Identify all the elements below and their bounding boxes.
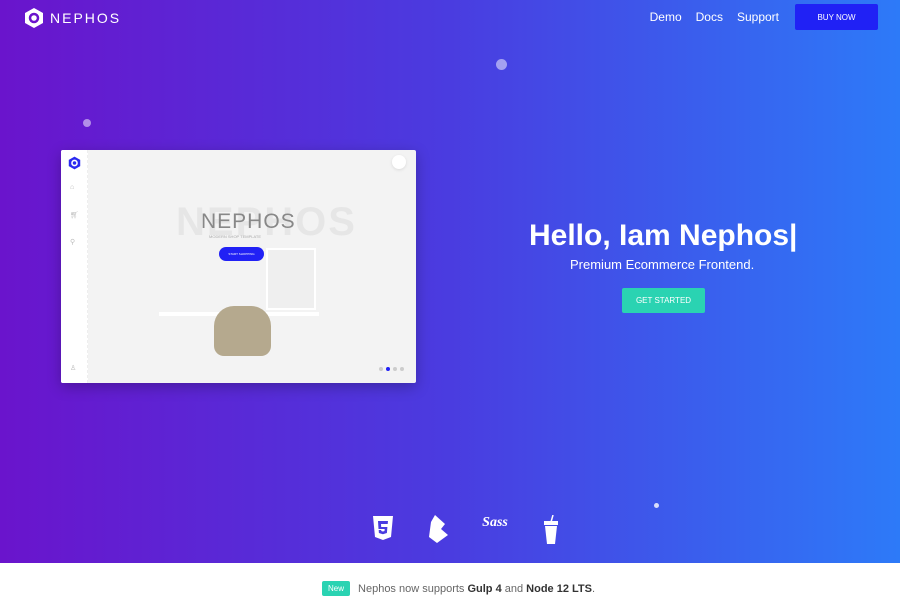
preview-sidebar: ⌂ 🛒︎ ⚲ ♙	[61, 150, 88, 383]
buy-now-button[interactable]: BUY NOW	[795, 4, 878, 30]
get-started-button[interactable]: GET STARTED	[622, 288, 705, 313]
news-text: Nephos now supports Gulp 4 and Node 12 L…	[358, 582, 596, 595]
hero-title: Hello, Iam Nephos|	[529, 219, 798, 252]
picture-frame	[266, 248, 316, 310]
nav-link-demo[interactable]: Demo	[650, 10, 682, 24]
news-bar: New Nephos now supports Gulp 4 and Node …	[322, 581, 595, 596]
decor-dot	[654, 503, 659, 508]
brand-logo[interactable]: NEPHOS	[24, 7, 121, 29]
bulma-icon	[411, 515, 467, 551]
chair	[214, 306, 271, 356]
sass-icon: Sass	[482, 515, 508, 530]
tech-icons: Sass	[355, 514, 579, 551]
template-preview: ⌂ 🛒︎ ⚲ ♙ NEPHOS NEPHOS MODERN SHOP TEMPL…	[61, 150, 416, 383]
hexagon-logo-icon	[68, 156, 81, 170]
navbar: NEPHOS Demo Docs Support BUY NOW	[0, 0, 900, 34]
nav-link-support[interactable]: Support	[737, 10, 779, 24]
menu-icon	[392, 155, 406, 169]
preview-subtitle: MODERN SHOP TEMPLATE	[209, 234, 262, 239]
new-badge: New	[322, 581, 351, 596]
cart-icon: 🛒︎	[70, 212, 79, 219]
brand-name: NEPHOS	[50, 10, 122, 26]
slider-dots	[379, 367, 404, 371]
hexagon-logo-icon	[25, 8, 43, 28]
nav-link-docs[interactable]: Docs	[696, 10, 723, 24]
home-icon: ⌂	[70, 184, 75, 191]
preview-title: NEPHOS	[201, 210, 296, 233]
hero-subtitle: Premium Ecommerce Frontend.	[570, 257, 755, 272]
html5-icon	[355, 515, 411, 551]
decor-dot	[496, 59, 507, 70]
decor-dot	[83, 119, 91, 127]
search-icon: ⚲	[70, 239, 76, 246]
preview-shop-button: START SHOPPING	[219, 247, 264, 261]
user-icon: ♙	[70, 365, 77, 372]
gulp-icon	[523, 514, 579, 551]
hero-section: NEPHOS Demo Docs Support BUY NOW ⌂ 🛒︎ ⚲ …	[0, 0, 900, 563]
